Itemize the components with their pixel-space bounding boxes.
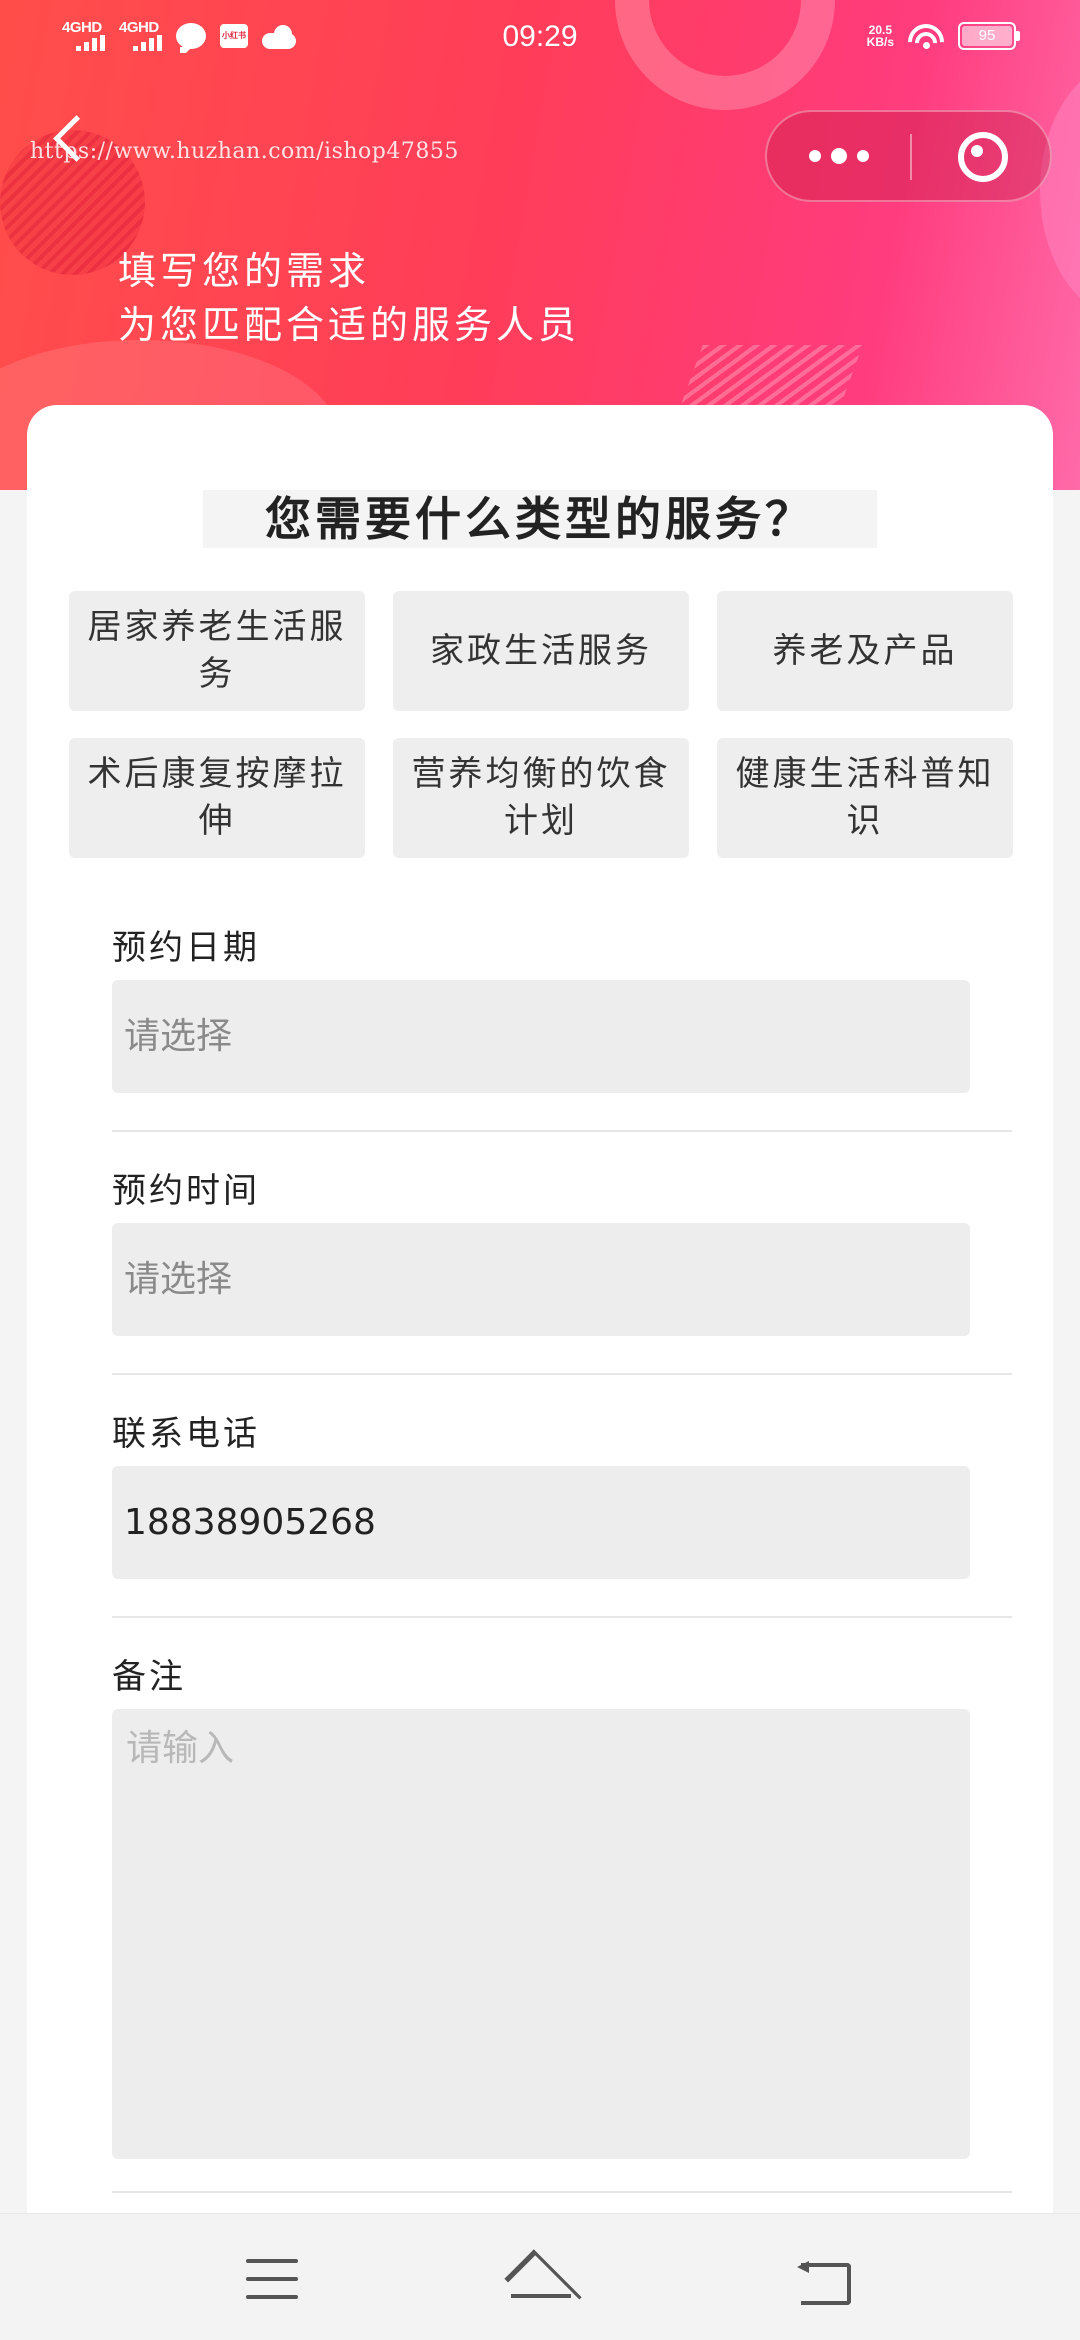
banner-text: 填写您的需求 为您匹配合适的服务人员 (118, 244, 580, 352)
phone-label: 联系电话 (112, 1414, 260, 1454)
menu-icon[interactable] (246, 2259, 298, 2299)
time-placeholder: 请选择 (124, 1259, 233, 1300)
banner-line-1: 填写您的需求 (118, 249, 371, 293)
phone-value: 18838905268 (124, 1502, 376, 1543)
notes-placeholder: 请输入 (126, 1728, 235, 1769)
divider (112, 1373, 1012, 1375)
time-label: 预约时间 (112, 1171, 260, 1211)
banner-line-2: 为您匹配合适的服务人员 (118, 303, 581, 347)
battery-icon: 95 (958, 22, 1020, 50)
status-bar: 4GHD 4GHD 小红书 09:29 20.5 KB/s 95 (0, 0, 1080, 80)
service-option-home-elderly-care[interactable]: 居家养老生活服务 (69, 591, 365, 711)
close-target-icon[interactable] (912, 112, 1052, 200)
service-option-rehab-massage[interactable]: 术后康复按摩拉伸 (69, 738, 365, 858)
request-card: 您需要什么类型的服务？ 居家养老生活服务 家政生活服务 养老及产品 术后康复按摩… (27, 405, 1053, 2340)
network-speed-unit: KB/s (866, 35, 894, 49)
service-option-housekeeping[interactable]: 家政生活服务 (393, 591, 689, 711)
battery-level: 95 (962, 26, 1012, 46)
date-picker-field[interactable]: 请选择 (112, 980, 970, 1093)
divider (112, 1130, 1012, 1132)
service-option-elderly-products[interactable]: 养老及产品 (717, 591, 1013, 711)
mini-program-capsule (765, 110, 1052, 202)
divider (112, 1616, 1012, 1618)
notes-label: 备注 (112, 1657, 186, 1697)
divider (112, 2191, 1012, 2193)
card-title: 您需要什么类型的服务？ (203, 490, 877, 548)
home-icon[interactable] (505, 2254, 577, 2304)
system-nav-bar (0, 2213, 1080, 2340)
service-option-health-knowledge[interactable]: 健康生活科普知识 (717, 738, 1013, 858)
phone-input[interactable]: 18838905268 (112, 1466, 970, 1579)
service-option-diet-plan[interactable]: 营养均衡的饮食计划 (393, 738, 689, 858)
network-speed: 20.5 KB/s (867, 24, 894, 48)
notes-textarea[interactable]: 请输入 (112, 1709, 970, 2159)
date-placeholder: 请选择 (124, 1016, 233, 1057)
return-icon[interactable] (797, 2259, 851, 2305)
more-button[interactable] (767, 112, 910, 200)
watermark-url: https://www.huzhan.com/ishop47855 (30, 139, 459, 164)
time-picker-field[interactable]: 请选择 (112, 1223, 970, 1336)
wifi-icon (908, 22, 944, 50)
date-label: 预约日期 (112, 928, 260, 968)
